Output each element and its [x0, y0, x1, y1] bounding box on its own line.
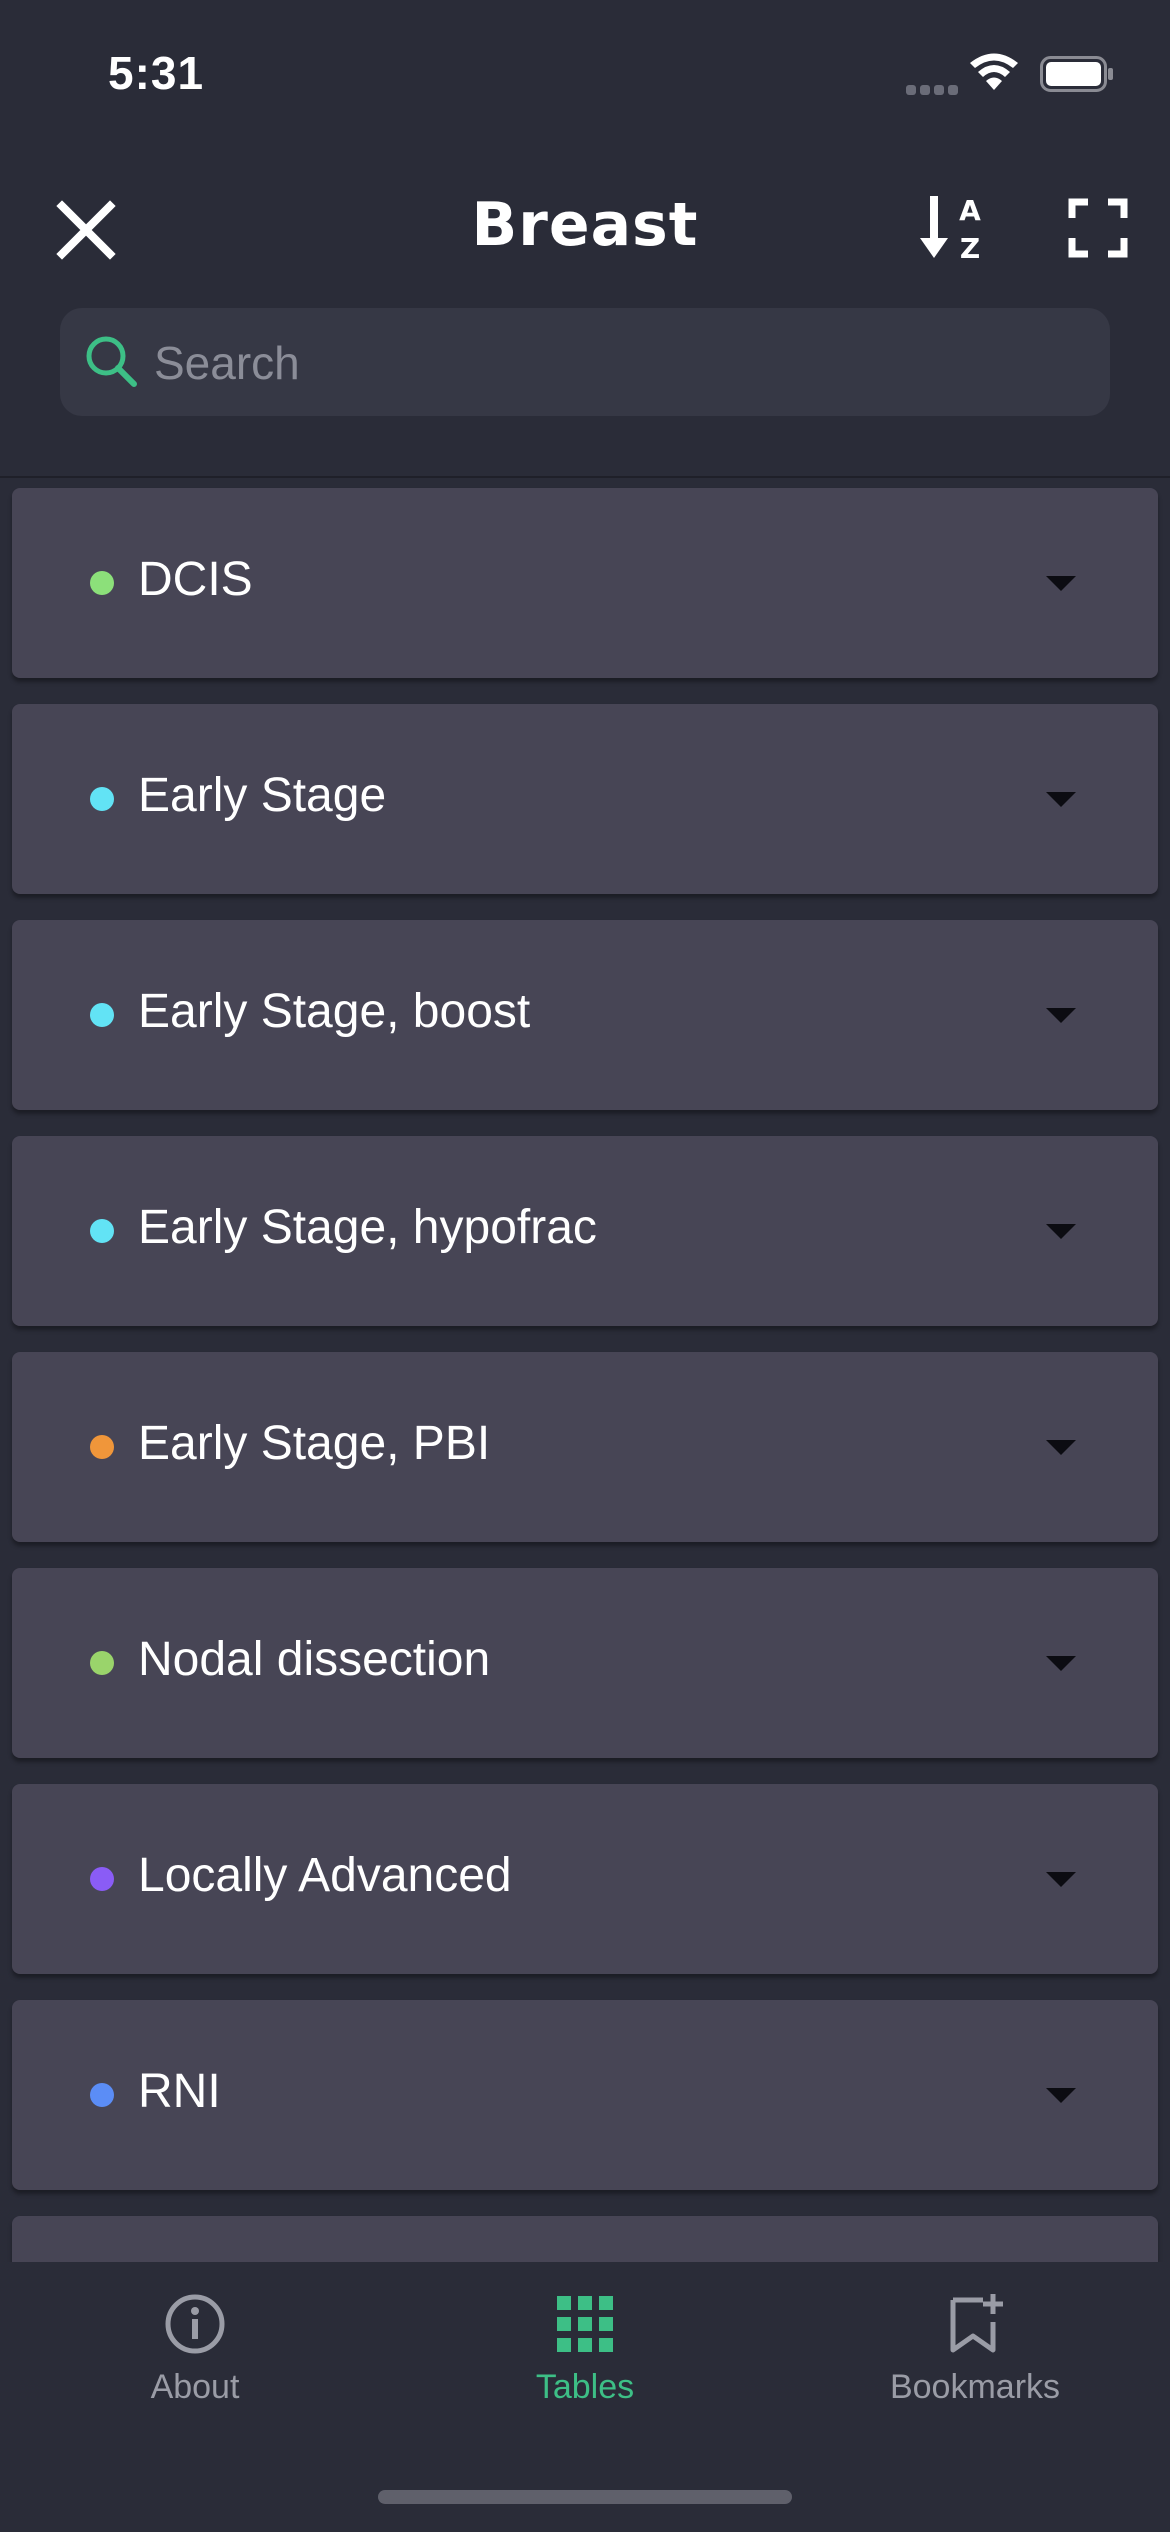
list-item-partial[interactable]: [12, 2216, 1158, 2262]
info-icon: [165, 2294, 225, 2354]
tab-label: Bookmarks: [889, 2368, 1061, 2406]
status-dot: [90, 1003, 114, 1027]
list-item[interactable]: Locally Advanced: [12, 1784, 1158, 1974]
search-bar[interactable]: [60, 308, 1110, 418]
search-icon: [86, 336, 137, 387]
list-item-label: Early Stage, boost: [138, 985, 531, 1038]
list-item[interactable]: Early Stage, hypofrac: [12, 1136, 1158, 1326]
fullscreen-icon[interactable]: [1068, 198, 1128, 258]
tab-label: Tables: [535, 2368, 635, 2406]
status-dot: [90, 1219, 114, 1243]
status-dot: [90, 1867, 114, 1891]
status-time: 5:31: [108, 47, 205, 99]
chevron-down-icon[interactable]: [1046, 1224, 1076, 1239]
table-list: DCIS Early Stage Early Stage, boost Earl…: [0, 476, 1170, 2262]
battery-icon: [1040, 56, 1113, 92]
wifi-icon: [970, 53, 1018, 90]
chevron-down-icon[interactable]: [1046, 1008, 1076, 1023]
list-item-label: Locally Advanced: [138, 1849, 512, 1902]
tab-label: About: [150, 2368, 240, 2406]
status-dot: [90, 2083, 114, 2107]
tab-about[interactable]: About: [0, 2292, 390, 2422]
page-title: Breast: [471, 190, 699, 260]
list-item[interactable]: DCIS: [12, 488, 1158, 678]
grid-icon: [557, 2296, 613, 2352]
status-bar: 5:31: [0, 0, 1170, 150]
list-item[interactable]: Nodal dissection: [12, 1568, 1158, 1758]
chevron-down-icon[interactable]: [1046, 576, 1076, 591]
search-input[interactable]: [152, 308, 1086, 418]
chevron-down-icon[interactable]: [1046, 1872, 1076, 1887]
list-item[interactable]: Early Stage, boost: [12, 920, 1158, 1110]
list-item[interactable]: Early Stage: [12, 704, 1158, 894]
list-item-label: Early Stage: [138, 769, 387, 822]
bookmark-add-icon: [950, 2294, 1003, 2353]
chevron-down-icon[interactable]: [1046, 1440, 1076, 1455]
list-item[interactable]: Early Stage, PBI: [12, 1352, 1158, 1542]
home-indicator: [378, 2490, 792, 2504]
list-item[interactable]: RNI: [12, 2000, 1158, 2190]
sort-alpha-icon[interactable]: A Z: [918, 190, 990, 266]
chevron-down-icon[interactable]: [1046, 792, 1076, 807]
svg-text:Z: Z: [960, 232, 980, 265]
list-item-label: DCIS: [138, 553, 253, 606]
list-item-label: Early Stage, hypofrac: [138, 1201, 597, 1254]
header: Breast A Z: [0, 150, 1170, 478]
chevron-down-icon[interactable]: [1046, 2088, 1076, 2103]
svg-text:A: A: [959, 194, 981, 227]
list-item-label: Early Stage, PBI: [138, 1417, 491, 1470]
chevron-down-icon[interactable]: [1046, 1656, 1076, 1671]
status-dot: [90, 1651, 114, 1675]
status-dot: [90, 787, 114, 811]
tab-tables[interactable]: Tables: [390, 2292, 780, 2422]
status-dot: [90, 571, 114, 595]
status-dot: [90, 1435, 114, 1459]
list-item-label: Nodal dissection: [138, 1633, 491, 1686]
cellular-signal-icon: [906, 82, 962, 100]
list-item-label: RNI: [138, 2065, 221, 2118]
tab-bookmarks[interactable]: Bookmarks: [780, 2292, 1170, 2422]
